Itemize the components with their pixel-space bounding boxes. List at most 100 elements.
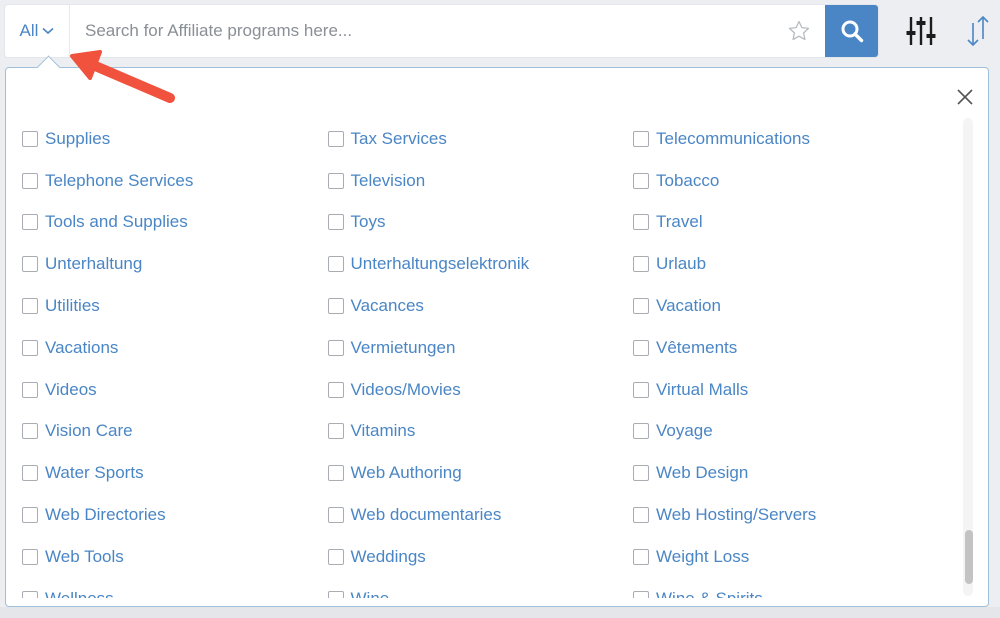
category-checkbox[interactable] bbox=[22, 381, 38, 398]
category-item[interactable]: Web documentaries bbox=[312, 494, 618, 536]
search-input[interactable] bbox=[85, 5, 775, 57]
category-checkbox[interactable] bbox=[327, 507, 344, 524]
category-label: Supplies bbox=[45, 128, 111, 148]
category-checkbox[interactable] bbox=[22, 172, 38, 189]
category-item[interactable]: Wellness bbox=[6, 578, 312, 598]
category-label: Travel bbox=[656, 212, 703, 232]
scrollbar-track[interactable] bbox=[963, 118, 973, 596]
sliders-icon[interactable] bbox=[904, 14, 938, 48]
category-item[interactable]: Weight Loss bbox=[617, 536, 923, 578]
category-checkbox[interactable] bbox=[633, 590, 649, 598]
category-checkbox[interactable] bbox=[327, 590, 344, 598]
close-icon[interactable] bbox=[951, 83, 979, 111]
scrollbar-thumb[interactable] bbox=[965, 530, 973, 584]
category-item[interactable]: Web Hosting/Servers bbox=[617, 494, 923, 536]
category-item[interactable]: Television bbox=[312, 160, 618, 202]
category-label: Vacations bbox=[45, 337, 119, 357]
category-checkbox[interactable] bbox=[22, 130, 38, 147]
sort-icon[interactable] bbox=[964, 14, 992, 48]
category-item[interactable]: Web Tools bbox=[6, 536, 312, 578]
category-item[interactable]: Vacations bbox=[6, 327, 312, 369]
category-label: Web documentaries bbox=[350, 505, 502, 525]
category-checkbox[interactable] bbox=[22, 548, 38, 565]
category-checkbox[interactable] bbox=[327, 465, 344, 482]
category-checkbox[interactable] bbox=[633, 214, 649, 231]
category-item[interactable]: Tobacco bbox=[617, 160, 923, 202]
category-item[interactable]: Unterhaltung bbox=[6, 243, 312, 285]
category-checkbox[interactable] bbox=[633, 465, 649, 482]
category-checkbox[interactable] bbox=[22, 298, 38, 315]
category-item[interactable]: Vêtements bbox=[617, 327, 923, 369]
category-item[interactable]: Voyage bbox=[617, 411, 923, 453]
category-item[interactable]: Web Directories bbox=[6, 494, 312, 536]
category-list[interactable]: Supplies Tax Services Telecommunications Te… bbox=[6, 118, 956, 598]
category-checkbox[interactable] bbox=[633, 507, 649, 524]
category-item[interactable]: Virtual Malls bbox=[617, 369, 923, 411]
category-label: Weddings bbox=[350, 546, 426, 566]
category-item[interactable]: Web Authoring bbox=[312, 452, 618, 494]
category-checkbox[interactable] bbox=[327, 256, 344, 273]
category-label: Utilities bbox=[45, 296, 100, 316]
category-checkbox[interactable] bbox=[633, 130, 649, 147]
category-item[interactable]: Travel bbox=[617, 202, 923, 244]
category-checkbox[interactable] bbox=[633, 381, 649, 398]
category-item[interactable]: Wine & Spirits bbox=[617, 578, 923, 598]
category-label: Vermietungen bbox=[350, 337, 456, 357]
category-item[interactable]: Tax Services bbox=[312, 118, 618, 160]
category-checkbox[interactable] bbox=[327, 214, 344, 231]
category-item[interactable]: Web Design bbox=[617, 452, 923, 494]
category-item[interactable]: Utilities bbox=[6, 285, 312, 327]
category-item[interactable]: Vacances bbox=[312, 285, 618, 327]
category-label: Toys bbox=[350, 212, 386, 232]
category-label: Vêtements bbox=[656, 337, 738, 357]
category-label: Telephone Services bbox=[45, 170, 194, 190]
category-item[interactable]: Unterhaltungselektronik bbox=[312, 243, 618, 285]
category-checkbox[interactable] bbox=[633, 548, 649, 565]
category-checkbox[interactable] bbox=[327, 298, 344, 315]
category-item[interactable]: Wine bbox=[312, 578, 618, 598]
category-label: Web Hosting/Servers bbox=[656, 505, 817, 525]
category-checkbox[interactable] bbox=[327, 381, 344, 398]
category-item[interactable]: Videos bbox=[6, 369, 312, 411]
category-checkbox[interactable] bbox=[327, 423, 344, 440]
category-checkbox[interactable] bbox=[22, 256, 38, 273]
category-label: Telecommunications bbox=[656, 128, 811, 148]
category-label: Wine & Spirits bbox=[656, 589, 763, 598]
category-item[interactable]: Water Sports bbox=[6, 452, 312, 494]
category-checkbox[interactable] bbox=[22, 465, 38, 482]
category-checkbox[interactable] bbox=[633, 339, 649, 356]
category-item[interactable]: Videos/Movies bbox=[312, 369, 618, 411]
category-checkbox[interactable] bbox=[22, 590, 38, 598]
category-item[interactable]: Weddings bbox=[312, 536, 618, 578]
category-item[interactable]: Urlaub bbox=[617, 243, 923, 285]
category-label: Videos/Movies bbox=[350, 379, 461, 399]
category-checkbox[interactable] bbox=[327, 172, 344, 189]
category-checkbox[interactable] bbox=[633, 172, 649, 189]
category-label: Television bbox=[350, 170, 426, 190]
category-checkbox[interactable] bbox=[633, 298, 649, 315]
category-checkbox[interactable] bbox=[327, 548, 344, 565]
search-button[interactable] bbox=[825, 5, 878, 57]
category-item[interactable]: Toys bbox=[312, 202, 618, 244]
category-label: Web Design bbox=[656, 463, 749, 483]
category-checkbox[interactable] bbox=[327, 339, 344, 356]
category-checkbox[interactable] bbox=[633, 423, 649, 440]
category-label: Voyage bbox=[656, 421, 713, 441]
category-item[interactable]: Telephone Services bbox=[6, 160, 312, 202]
category-item[interactable]: Telecommunications bbox=[617, 118, 923, 160]
category-label: Wellness bbox=[45, 589, 114, 598]
category-checkbox[interactable] bbox=[22, 339, 38, 356]
category-item[interactable]: Vacation bbox=[617, 285, 923, 327]
scope-dropdown[interactable]: All bbox=[5, 5, 70, 57]
category-checkbox[interactable] bbox=[327, 130, 344, 147]
category-checkbox[interactable] bbox=[22, 507, 38, 524]
category-checkbox[interactable] bbox=[633, 256, 649, 273]
category-item[interactable]: Vermietungen bbox=[312, 327, 618, 369]
category-checkbox[interactable] bbox=[22, 423, 38, 440]
star-icon[interactable] bbox=[787, 19, 811, 43]
category-item[interactable]: Supplies bbox=[6, 118, 312, 160]
category-item[interactable]: Vision Care bbox=[6, 411, 312, 453]
category-checkbox[interactable] bbox=[22, 214, 38, 231]
category-item[interactable]: Vitamins bbox=[312, 411, 618, 453]
category-item[interactable]: Tools and Supplies bbox=[6, 202, 312, 244]
